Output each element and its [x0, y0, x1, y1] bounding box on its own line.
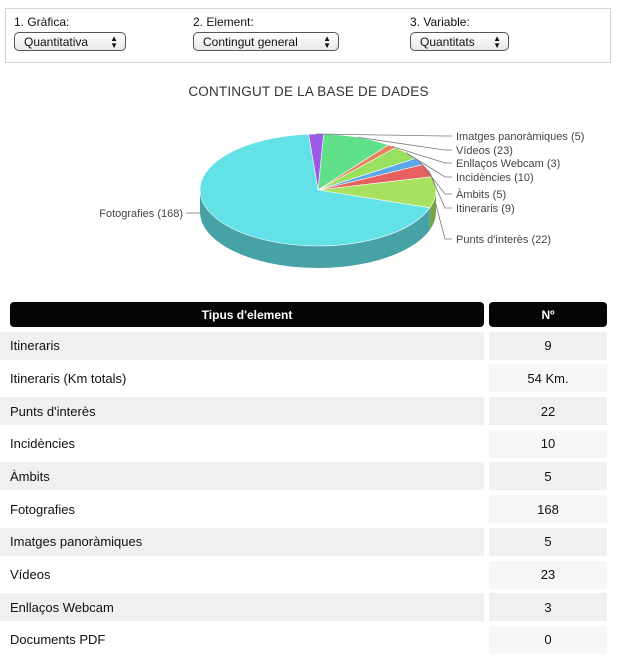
row-count: 5	[489, 527, 607, 556]
chart-type-control: 1. Gràfica: Quantitativa ▲ ▼	[14, 15, 126, 51]
row-element-type: Itineraris (Km totals)	[0, 364, 484, 393]
select-arrows-icon: ▲ ▼	[323, 33, 331, 50]
data-table: Tipus d'element Nº Itineraris 9 Itineraris…	[0, 302, 607, 654]
row-count: 5	[489, 462, 607, 491]
pie-label: Imatges panoràmiques (5)	[456, 131, 584, 143]
pie-label: Itineraris (9)	[456, 203, 515, 215]
element-select[interactable]: Contingut general ▲ ▼	[193, 32, 339, 51]
table-row: Fotografies 168	[0, 495, 607, 524]
pie-label: Fotografies (168)	[99, 208, 183, 220]
chart-type-label: 1. Gràfica:	[14, 15, 70, 29]
table-row: Itineraris (Km totals) 54 Km.	[0, 364, 607, 393]
table-row: Itineraris 9	[0, 331, 607, 360]
row-count: 22	[489, 397, 607, 426]
header-element-type: Tipus d'element	[10, 302, 484, 327]
chart-type-select[interactable]: Quantitativa ▲ ▼	[14, 32, 126, 51]
row-element-type: Fotografies	[0, 495, 484, 524]
chart-type-value: Quantitativa	[24, 34, 89, 49]
table-row: Enllaços Webcam 3	[0, 593, 607, 622]
pie-chart: Imatges panoràmiques (5) Vídeos (23)Enlla…	[99, 131, 584, 268]
pie-label: Vídeos (23)	[456, 145, 513, 157]
element-value: Contingut general	[203, 34, 298, 49]
header-count: Nº	[489, 302, 607, 327]
element-label: 2. Element:	[193, 15, 254, 29]
row-element-type: Enllaços Webcam	[0, 593, 484, 622]
chart-title: CONTINGUT DE LA BASE DE DADES	[188, 84, 429, 99]
table-row: Àmbits 5	[0, 462, 607, 491]
variable-control: 3. Variable: Quantitats ▲ ▼	[410, 15, 509, 51]
table-row: Documents PDF 0	[0, 625, 607, 654]
row-count: 10	[489, 429, 607, 458]
row-element-type: Imatges panoràmiques	[0, 527, 484, 556]
row-element-type: Incidències	[0, 429, 484, 458]
table-header: Tipus d'element Nº	[10, 302, 607, 327]
row-element-type: Documents PDF	[0, 625, 484, 654]
table-body: Itineraris 9 Itineraris (Km totals) 54 Km. P…	[0, 331, 607, 654]
table-row: Incidències 10	[0, 429, 607, 458]
filter-bar: 1. Gràfica: Quantitativa ▲ ▼ 2. Element: …	[5, 8, 611, 63]
row-count: 0	[489, 625, 607, 654]
row-count: 54 Km.	[489, 364, 607, 393]
pie-label: Incidències (10)	[456, 172, 534, 184]
variable-value: Quantitats	[420, 34, 475, 49]
row-count: 23	[489, 560, 607, 589]
variable-select[interactable]: Quantitats ▲ ▼	[410, 32, 509, 51]
row-count: 9	[489, 331, 607, 360]
table-row: Imatges panoràmiques 5	[0, 527, 607, 556]
table-row: Vídeos 23	[0, 560, 607, 589]
pie-label: Enllaços Webcam (3)	[456, 158, 560, 170]
row-element-type: Àmbits	[0, 462, 484, 491]
row-element-type: Vídeos	[0, 560, 484, 589]
pie-label: Àmbits (5)	[456, 188, 506, 201]
select-arrows-icon: ▲ ▼	[493, 33, 501, 50]
row-element-type: Punts d'interès	[0, 397, 484, 426]
row-element-type: Itineraris	[0, 331, 484, 360]
row-count: 3	[489, 593, 607, 622]
pie-label: Punts d'interès (22)	[456, 234, 551, 246]
element-control: 2. Element: Contingut general ▲ ▼	[193, 15, 339, 51]
table-row: Punts d'interès 22	[0, 397, 607, 426]
pie-leader-line	[435, 204, 452, 240]
row-count: 168	[489, 495, 607, 524]
variable-label: 3. Variable:	[410, 15, 470, 29]
select-arrows-icon: ▲ ▼	[110, 33, 118, 50]
